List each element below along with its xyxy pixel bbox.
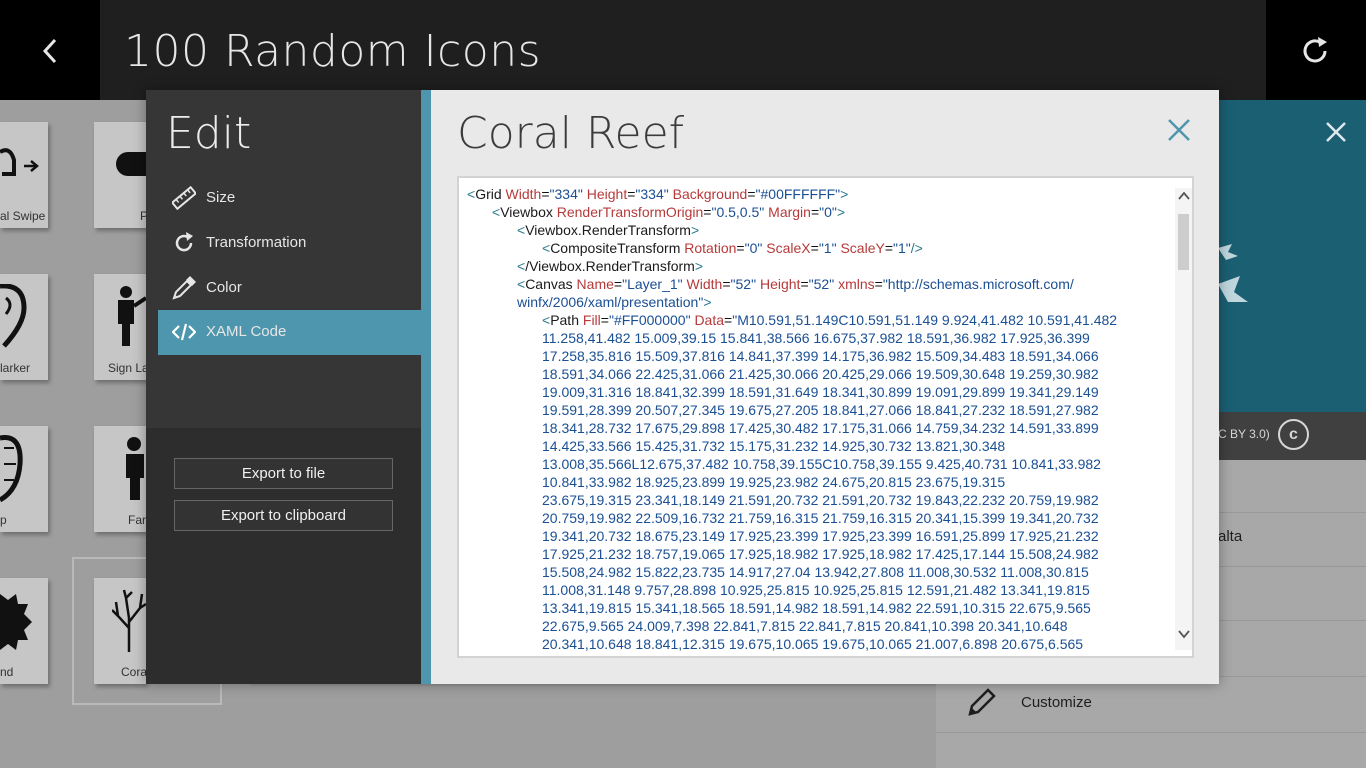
icon-tile[interactable]: al Swipe xyxy=(0,122,48,228)
code-line: 14.425,33.566 15.425,31.732 15.175,31.23… xyxy=(542,438,1006,454)
fish-icon xyxy=(1218,244,1248,302)
icon-tile[interactable]: Sign La xyxy=(94,274,149,380)
tile-label: Sign La xyxy=(108,361,149,375)
menu-item-transformation[interactable]: Transformation xyxy=(158,221,421,266)
code-icon xyxy=(172,323,196,341)
code-line: 18.341,28.732 17.675,29.898 17.425,30.48… xyxy=(542,420,1099,436)
code-line: 23.675,19.315 23.341,18.149 21.591,20.73… xyxy=(542,492,1099,508)
code-line: 18.591,34.066 22.425,31.066 21.425,30.06… xyxy=(542,366,1099,382)
ruler-icon xyxy=(172,186,196,210)
vertical-scrollbar[interactable] xyxy=(1175,188,1192,650)
scroll-up-icon[interactable] xyxy=(1178,190,1190,202)
eyedropper-icon xyxy=(172,276,196,300)
back-arrow-icon[interactable] xyxy=(36,34,66,68)
code-line: 20.759,19.982 22.509,16.732 21.759,16.31… xyxy=(542,510,1099,526)
code-line: 22.675,9.565 24.009,7.398 22.841,7.815 2… xyxy=(542,618,1068,634)
code-line: 13.341,19.815 15.341,18.565 18.591,14.98… xyxy=(542,600,1091,616)
icon-tile[interactable]: larker xyxy=(0,274,48,380)
code-line: <Viewbox RenderTransformOrigin="0.5,0.5"… xyxy=(492,204,846,220)
tile-label: larker xyxy=(0,361,31,375)
pill-icon xyxy=(116,152,146,176)
tile-label: Cora xyxy=(121,665,148,679)
code-line: 15.508,24.982 15.822,23.735 14.917,27.04… xyxy=(542,564,1089,580)
export-to-clipboard-button[interactable]: Export to clipboard xyxy=(174,500,393,531)
code-line: <Viewbox.RenderTransform> xyxy=(517,222,700,238)
path-data-lines: 11.258,41.482 15.009,39.15 15.841,38.566… xyxy=(467,329,1173,653)
grid-row-shadow xyxy=(250,684,936,686)
export-to-file-button[interactable]: Export to file xyxy=(174,458,393,489)
swipe-icon xyxy=(0,148,39,176)
xaml-code-box[interactable]: <Grid Width="334" Height="334" Backgroun… xyxy=(457,176,1194,658)
close-icon[interactable] xyxy=(1167,118,1191,142)
tile-label: nd xyxy=(0,665,14,679)
menu-item-label: Transformation xyxy=(206,234,307,251)
code-line: 20.341,10.648 18.841,12.315 19.675,10.06… xyxy=(542,636,1084,652)
scroll-down-icon[interactable] xyxy=(1178,628,1190,640)
license-text: C BY 3.0) xyxy=(1218,427,1270,441)
code-line: 11.008,31.148 9.757,28.898 10.925,25.815… xyxy=(542,582,1090,598)
code-line: 17.925,21.232 18.757,19.065 17.925,18.98… xyxy=(542,546,1099,562)
code-line: 10.841,33.982 18.925,23.899 19.925,23.98… xyxy=(542,474,1006,490)
detail-close-icon[interactable] xyxy=(1322,118,1350,146)
code-view: Coral Reef <Grid Width="334" Height="334… xyxy=(431,90,1219,684)
icon-tile[interactable]: p xyxy=(0,426,48,532)
sign-language-icon xyxy=(118,286,146,346)
code-line: <Grid Width="334" Height="334" Backgroun… xyxy=(467,186,849,202)
code-line: 19.009,31.316 18.841,32.399 18.591,31.64… xyxy=(542,384,1099,400)
menu-item-label: XAML Code xyxy=(206,323,287,340)
document-title: Coral Reef xyxy=(457,108,685,159)
icon-tile-coral-reef[interactable]: Cora xyxy=(94,578,148,684)
gear-badge-icon xyxy=(0,594,32,650)
menu-item-label: Color xyxy=(206,279,242,296)
code-line: 19.591,28.399 20.507,27.345 19.675,27.20… xyxy=(542,402,1099,418)
tile-label: Far xyxy=(128,513,146,527)
edit-title: Edit xyxy=(166,108,252,159)
code-line: winfx/2006/xaml/presentation"> xyxy=(517,294,712,310)
menu-item-label: Size xyxy=(206,189,236,206)
app-title: 100 Random Icons xyxy=(124,26,542,77)
code-line: <CompositeTransform Rotation="0" ScaleX=… xyxy=(542,240,923,256)
map-marker-icon xyxy=(0,284,27,348)
xaml-code: <Grid Width="334" Height="334" Backgroun… xyxy=(467,185,1173,653)
list-divider xyxy=(936,732,1366,733)
scroll-thumb[interactable] xyxy=(1178,214,1189,270)
edit-pane: Edit Size Transformation Color XAML Code… xyxy=(146,90,421,684)
edit-dialog: Edit Size Transformation Color XAML Code… xyxy=(146,90,1219,684)
menu-item-size[interactable]: Size xyxy=(158,176,421,221)
list-item-label[interactable]: alta xyxy=(1218,528,1242,545)
icon-tile[interactable]: P xyxy=(94,122,148,228)
code-line: </Viewbox.RenderTransform> xyxy=(517,258,704,274)
pencil-icon[interactable] xyxy=(964,686,998,720)
tile-label: p xyxy=(0,513,7,527)
code-line: <Path Fill="#FF000000" Data="M10.591,51.… xyxy=(542,312,1118,328)
farmer-icon xyxy=(126,437,144,500)
code-line: <Canvas Name="Layer_1" Width="52" Height… xyxy=(517,276,1074,292)
code-line: 19.341,20.732 18.675,23.149 17.925,23.39… xyxy=(542,528,1099,544)
creative-commons-icon[interactable]: c xyxy=(1278,419,1309,450)
code-line: 17.258,35.816 15.509,37.816 14.841,37.39… xyxy=(542,348,1099,364)
accent-divider xyxy=(421,90,431,684)
coral-icon xyxy=(112,589,146,652)
menu-item-color[interactable]: Color xyxy=(158,266,421,311)
code-line: 13.008,35.566L12.675,37.482 10.758,39.15… xyxy=(542,456,1101,472)
harp-icon xyxy=(0,435,23,502)
rotate-icon xyxy=(175,232,193,252)
code-line: 11.258,41.482 15.009,39.15 15.841,38.566… xyxy=(542,330,1090,346)
tile-label: al Swipe xyxy=(0,209,46,223)
detail-preview xyxy=(1218,100,1366,412)
customize-button[interactable]: Customize xyxy=(1021,694,1092,711)
icon-tile[interactable]: Far xyxy=(94,426,146,532)
icon-tile[interactable]: nd xyxy=(0,578,48,684)
menu-item-xaml-code[interactable]: XAML Code xyxy=(158,310,421,355)
refresh-icon[interactable] xyxy=(1298,34,1332,68)
